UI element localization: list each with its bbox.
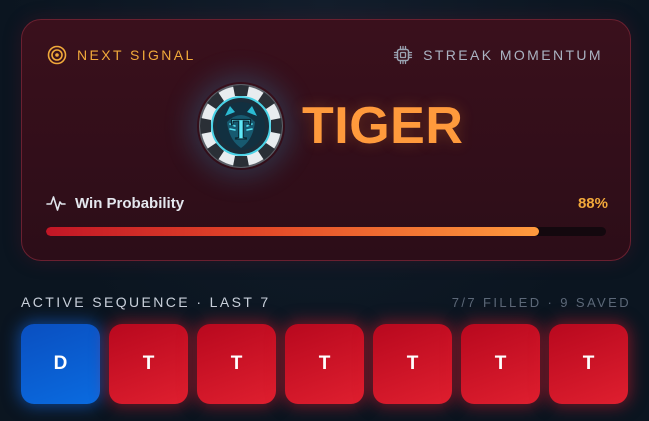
sequence-title: ACTIVE SEQUENCE · LAST 7 xyxy=(21,294,271,310)
pulse-icon xyxy=(46,196,66,211)
sequence-tile[interactable]: T xyxy=(285,324,364,404)
win-probability-fill xyxy=(46,227,539,236)
sequence-tile[interactable]: T xyxy=(461,324,540,404)
sequence-meta: 7/7 FILLED · 9 SAVED xyxy=(451,294,631,310)
next-signal-label: NEXT SIGNAL xyxy=(77,47,196,63)
chip-icon xyxy=(393,45,413,65)
win-probability-value: 88% xyxy=(577,194,608,212)
win-probability-label: Win Probability xyxy=(75,194,185,212)
streak-momentum-label: STREAK MOMENTUM xyxy=(423,47,603,63)
sequence-tile[interactable]: T xyxy=(197,324,276,404)
tiger-token-icon: T xyxy=(197,82,285,170)
token-letter: T xyxy=(231,113,251,146)
signal-pick: TIGER xyxy=(302,97,464,155)
win-probability-bar xyxy=(46,227,606,236)
sequence-tiles: DTTTTTT xyxy=(21,324,631,404)
target-icon xyxy=(47,45,67,65)
sequence-tile[interactable]: T xyxy=(373,324,452,404)
streak-momentum-header: STREAK MOMENTUM xyxy=(393,45,603,65)
next-signal-header: NEXT SIGNAL xyxy=(47,45,196,65)
win-probability-row: Win Probability 88% xyxy=(46,192,608,214)
sequence-tile[interactable]: D xyxy=(21,324,100,404)
next-signal-card: NEXT SIGNAL STREAK MOMENTUM T TIGER Win … xyxy=(21,19,631,261)
sequence-tile[interactable]: T xyxy=(549,324,628,404)
sequence-tile[interactable]: T xyxy=(109,324,188,404)
sequence-header: ACTIVE SEQUENCE · LAST 7 7/7 FILLED · 9 … xyxy=(21,293,631,311)
